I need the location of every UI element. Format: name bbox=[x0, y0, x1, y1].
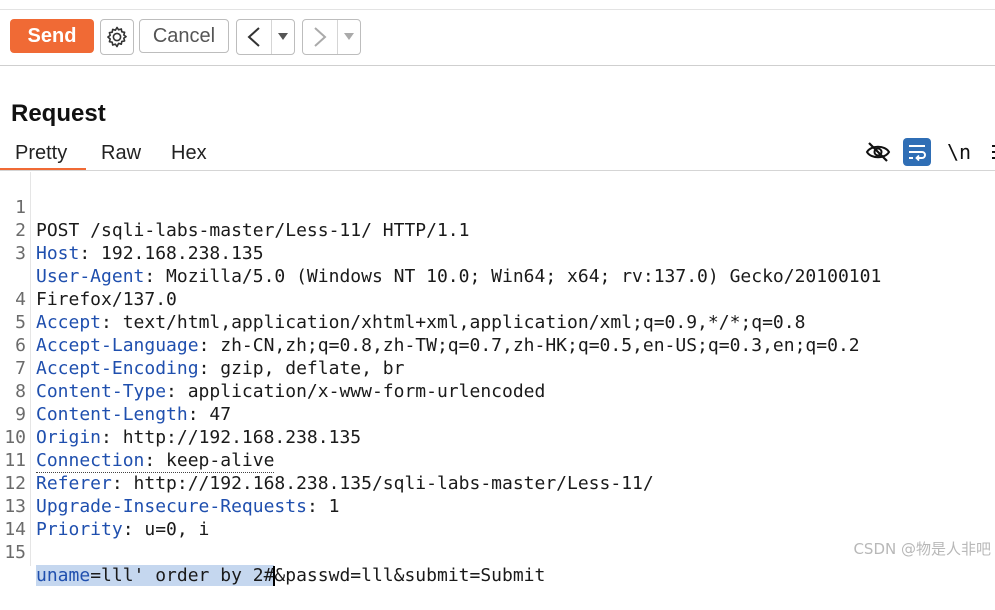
tab-pretty[interactable]: Pretty bbox=[15, 142, 67, 165]
request-view-tabs: Pretty Raw Hex bbox=[0, 138, 995, 170]
history-forward-group bbox=[302, 19, 361, 55]
request-panel-title: Request bbox=[11, 100, 106, 128]
header-value: Firefox/137.0 bbox=[36, 289, 177, 310]
menu-button[interactable] bbox=[982, 138, 995, 166]
code-line: 4 Accept: text/html,application/xhtml+xm… bbox=[0, 265, 43, 288]
back-dropdown-button[interactable] bbox=[271, 20, 294, 54]
code-line: 2 Host: 192.168.238.135 bbox=[0, 196, 43, 219]
caret-down-icon bbox=[278, 33, 288, 41]
word-wrap-icon bbox=[907, 143, 927, 161]
hamburger-menu-icon bbox=[990, 143, 995, 161]
cancel-button[interactable]: Cancel bbox=[139, 19, 229, 53]
tabs-divider bbox=[0, 170, 995, 171]
send-button[interactable]: Send bbox=[10, 19, 94, 53]
header-value: : http://192.168.238.135/sqli-labs-maste… bbox=[112, 473, 654, 494]
code-line: 7 Content-Type: application/x-www-form-u… bbox=[0, 334, 43, 357]
header-value: : text/html,application/xhtml+xml,applic… bbox=[101, 312, 805, 333]
code-line-empty: 14 bbox=[0, 495, 43, 518]
body-line: 15 uname=lll' order by 2#&passwd=lll&sub… bbox=[0, 518, 43, 541]
body-param-name-selected: uname bbox=[36, 565, 90, 586]
header-value: : gzip, deflate, br bbox=[199, 358, 405, 379]
header-name: Accept bbox=[36, 312, 101, 333]
header-name: Content-Length bbox=[36, 404, 188, 425]
header-value: : zh-CN,zh;q=0.8,zh-TW;q=0.7,zh-HK;q=0.5… bbox=[199, 335, 860, 356]
toolbar: Send Cancel bbox=[0, 0, 995, 66]
word-wrap-button[interactable] bbox=[903, 138, 931, 166]
code-line: 1 POST /sqli-labs-master/Less-11/ HTTP/1… bbox=[0, 173, 43, 196]
tab-hex[interactable]: Hex bbox=[171, 142, 207, 165]
body-rest: &passwd=lll&submit=Submit bbox=[274, 565, 545, 586]
tab-raw[interactable]: Raw bbox=[101, 142, 141, 165]
hide-nonprintable-button[interactable] bbox=[864, 138, 892, 166]
eye-slash-icon bbox=[865, 141, 891, 163]
code-line: 11 Referer: http://192.168.238.135/sqli-… bbox=[0, 426, 43, 449]
code-line-wrapped: Firefox/137.0 bbox=[0, 242, 43, 265]
chevron-right-icon bbox=[311, 26, 329, 48]
header-name: Content-Type bbox=[36, 381, 166, 402]
code-line: 5 Accept-Language: zh-CN,zh;q=0.8,zh-TW;… bbox=[0, 288, 43, 311]
header-name: Origin bbox=[36, 427, 101, 448]
header-value: : 192.168.238.135 bbox=[79, 243, 263, 264]
header-name: Accept-Language bbox=[36, 335, 199, 356]
back-button[interactable] bbox=[237, 20, 271, 54]
request-line: POST /sqli-labs-master/Less-11/ HTTP/1.1 bbox=[36, 220, 469, 241]
header-value: : http://192.168.238.135 bbox=[101, 427, 361, 448]
watermark: CSDN @物是人非吧 bbox=[853, 538, 991, 559]
caret-down-icon bbox=[344, 33, 354, 41]
settings-button[interactable] bbox=[100, 19, 134, 55]
code-line: 10 Connection: keep-alive bbox=[0, 403, 43, 426]
forward-dropdown-button[interactable] bbox=[337, 20, 360, 54]
chevron-left-icon bbox=[245, 26, 263, 48]
line-number: 15 bbox=[0, 541, 26, 564]
header-value: : application/x-www-form-urlencoded bbox=[166, 381, 545, 402]
history-back-group bbox=[236, 19, 295, 55]
header-name: Priority bbox=[36, 519, 123, 540]
header-name: Referer bbox=[36, 473, 112, 494]
header-value: : Mozilla/5.0 (Windows NT 10.0; Win64; x… bbox=[144, 266, 881, 287]
code-line: 8 Content-Length: 47 bbox=[0, 357, 43, 380]
header-name: Upgrade-Insecure-Requests bbox=[36, 496, 307, 517]
code-line: 12 Upgrade-Insecure-Requests: 1 bbox=[0, 449, 43, 472]
code-line: 9 Origin: http://192.168.238.135 bbox=[0, 380, 43, 403]
header-name: Connection bbox=[36, 450, 144, 471]
header-name: Accept-Encoding bbox=[36, 358, 199, 379]
gear-icon bbox=[105, 25, 129, 49]
header-value: : u=0, i bbox=[123, 519, 210, 540]
forward-button[interactable] bbox=[303, 20, 337, 54]
body-param-value-selected: =lll' order by 2# bbox=[90, 565, 274, 586]
header-value: : 1 bbox=[307, 496, 340, 517]
code-line: 6 Accept-Encoding: gzip, deflate, br bbox=[0, 311, 43, 334]
header-value: : keep-alive bbox=[144, 450, 274, 471]
header-value: : 47 bbox=[188, 404, 231, 425]
code-line: 13 Priority: u=0, i bbox=[0, 472, 43, 495]
toolbar-top-divider bbox=[0, 0, 995, 10]
code-line: 3 User-Agent: Mozilla/5.0 (Windows NT 10… bbox=[0, 219, 43, 242]
show-newlines-button[interactable]: \n bbox=[945, 138, 973, 166]
header-name: User-Agent bbox=[36, 266, 144, 287]
